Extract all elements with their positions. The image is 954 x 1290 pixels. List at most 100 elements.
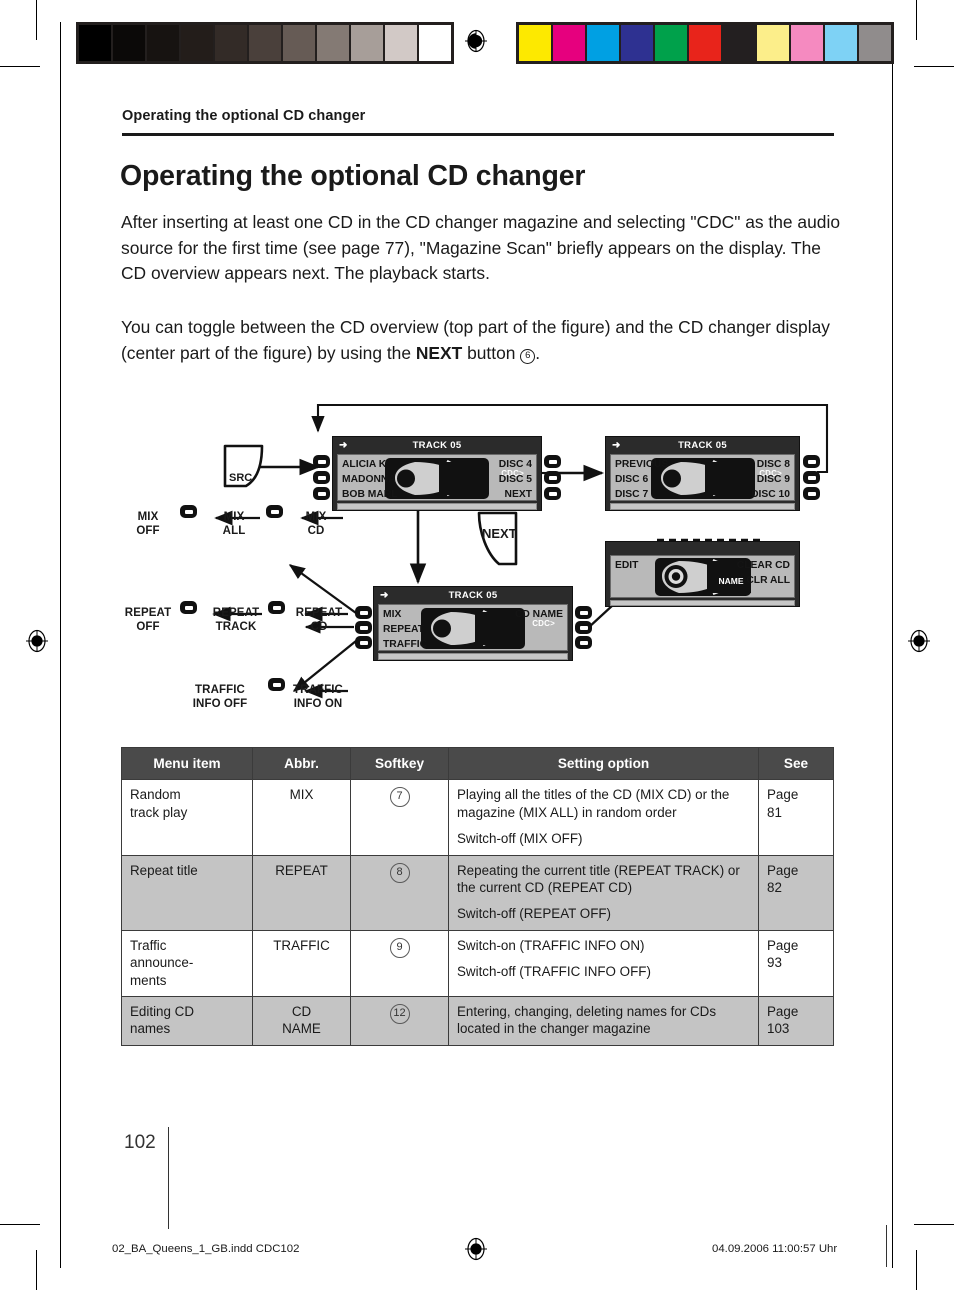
label-mix-all-line2: ALL (222, 524, 246, 537)
panel2-body: CDC> PREVIOUS DISC 6 DISC 7 DISC 8 DISC … (610, 454, 795, 501)
source-arrow-icon: ➜ (612, 440, 621, 451)
softkey-mix-off[interactable] (180, 505, 197, 518)
cell-abbr: CD NAME (252, 996, 351, 1046)
source-arrow-icon: ➜ (380, 590, 389, 601)
trim-line-left (60, 22, 62, 1268)
calibration-swatch-4 (215, 25, 247, 61)
softkey-mix-all[interactable] (266, 505, 283, 518)
setting-option-line: Repeating the current title (REPEAT TRAC… (457, 862, 740, 896)
panel2-left-item-2: DISC 7 (615, 489, 649, 500)
cell-see: Page 81 (758, 779, 834, 856)
calibration-swatch-3 (621, 25, 653, 61)
label-mix-off-line1: MIX (137, 511, 159, 523)
edit-panel-right-items: CLEAR CD CLR ALL (737, 558, 790, 588)
softkey-panel1-right-1[interactable] (544, 455, 561, 468)
crop-mark-bl-v (36, 1250, 38, 1290)
cell-see: Page 82 (758, 854, 834, 931)
setting-option-line: Playing all the titles of the CD (MIX CD… (457, 787, 730, 820)
panel1-body: CDC> ALICIA K MADONNA BOB MARL DISC 4 DI… (337, 454, 537, 501)
label-traffic-info-on: TRAFFIC INFO ON (278, 684, 358, 711)
panel1-right-items: DISC 4 DISC 5 NEXT (499, 457, 532, 502)
cd-changer-display-panel: ➜ TRACK 05 CDC> MIX REPEAT TRAFFIC CD NA… (373, 586, 573, 661)
panel1-titlebar: ➜ TRACK 05 (333, 437, 541, 454)
label-mix-cd: MIX CD (286, 511, 346, 538)
cell-see: Page 103 (758, 996, 834, 1046)
label-repeat-off-line2: OFF (136, 620, 160, 633)
cell-softkey: 12 (350, 996, 449, 1046)
toggle-paragraph: You can toggle between the CD overview (… (121, 315, 843, 366)
panel2-titlebar: ➜ TRACK 05 (606, 437, 799, 454)
label-repeat-cd-line1: REPEAT (295, 607, 343, 619)
cell-abbr: TRAFFIC (252, 929, 351, 998)
softkey-panel1-left-3[interactable] (313, 487, 330, 500)
next-button-emphasis: NEXT (415, 342, 463, 363)
softkey-panel1-right-2[interactable] (544, 471, 561, 484)
softkey-panel2-right-3[interactable] (803, 487, 820, 500)
panel3-right-items: CD NAME (515, 607, 563, 622)
cdc-cone-graphic (385, 458, 489, 499)
label-traffic-on-line1: TRAFFIC (293, 684, 343, 696)
softkey-badge: 7 (389, 787, 410, 808)
panel1-right-item-2: NEXT (504, 489, 532, 500)
panel2-left-item-1: DISC 6 (615, 474, 649, 485)
panel1-left-item-2: BOB MARL (342, 489, 398, 500)
panel3-body: CDC> MIX REPEAT TRAFFIC CD NAME (378, 604, 568, 651)
col-header-abbr: Abbr. (252, 746, 351, 781)
label-traffic-on-line2: INFO ON (293, 697, 343, 710)
label-mix-cd-line2: CD (307, 524, 325, 537)
registration-mark-left (24, 628, 50, 654)
softkey-cd-name[interactable] (575, 606, 592, 619)
edit-panel-titlebar (606, 542, 799, 555)
calibration-swatch-4 (655, 25, 687, 61)
panel3-left-item-traffic: TRAFFIC (383, 639, 428, 650)
cd-name-edit-panel: NAME EDIT CLEAR CD CLR ALL (605, 541, 800, 607)
softkey-traffic[interactable] (355, 636, 372, 649)
panel1-footer-bar (337, 503, 537, 510)
crop-mark-tr-v (916, 0, 918, 40)
panel2-track-title: TRACK 05 (678, 440, 727, 451)
calibration-swatch-9 (825, 25, 857, 61)
softkey-center-right-2[interactable] (575, 621, 592, 634)
calibration-swatch-10 (859, 25, 891, 61)
label-repeat-cd: REPEAT CD (284, 607, 354, 634)
crop-mark-tl-v (36, 0, 38, 40)
calibration-swatch-0 (79, 25, 111, 61)
softkey-panel2-right-2[interactable] (803, 471, 820, 484)
label-repeat-track: REPEAT TRACK (198, 607, 274, 634)
col-header-softkey: Softkey (350, 746, 449, 781)
panel2-left-item-0: PREVIOUS (615, 459, 669, 470)
label-mix-all-line1: MIX (223, 511, 245, 523)
cell-setting-option: Switch-on (TRAFFIC INFO ON) Switch-off (… (448, 929, 759, 998)
softkey-mix[interactable] (355, 606, 372, 619)
panel2-right-item-2: DISC 10 (751, 489, 790, 500)
color-swatch-strip (516, 22, 894, 64)
softkey-center-right-3[interactable] (575, 636, 592, 649)
softkey-panel1-right-next[interactable] (544, 487, 561, 500)
crop-mark-br-v (916, 1250, 918, 1290)
footer-timestamp: 04.09.2006 11:00:57 Uhr (712, 1243, 838, 1255)
label-repeat-track-line1: REPEAT (212, 607, 260, 619)
calibration-swatch-8 (351, 25, 383, 61)
panel1-right-item-0: DISC 4 (498, 459, 532, 470)
cell-softkey: 7 (350, 779, 449, 856)
panel2-right-items: DISC 8 DISC 9 DISC 10 (751, 457, 790, 502)
button-reference-6: 6 (520, 348, 536, 364)
running-head-rule (122, 133, 834, 136)
crop-mark-tl-h (0, 66, 40, 68)
settings-table: Menu item Abbr. Softkey Setting option S… (121, 746, 834, 1046)
crop-mark-tr-h (914, 66, 954, 68)
edit-panel-footer-bar (610, 600, 795, 606)
table-header-row: Menu item Abbr. Softkey Setting option S… (121, 746, 834, 781)
cell-softkey: 9 (350, 929, 449, 998)
cell-setting-option: Playing all the titles of the CD (MIX CD… (448, 779, 759, 856)
col-header-setting: Setting option (448, 746, 759, 781)
footer-rule (886, 1225, 888, 1267)
softkey-panel1-left-1[interactable] (313, 455, 330, 468)
label-mix-cd-line1: MIX (305, 511, 327, 523)
calibration-swatch-0 (519, 25, 551, 61)
calibration-swatch-7 (317, 25, 349, 61)
panel2-right-item-0: DISC 8 (756, 459, 790, 470)
softkey-panel1-left-2[interactable] (313, 471, 330, 484)
softkey-repeat[interactable] (355, 621, 372, 634)
softkey-panel2-right-1[interactable] (803, 455, 820, 468)
